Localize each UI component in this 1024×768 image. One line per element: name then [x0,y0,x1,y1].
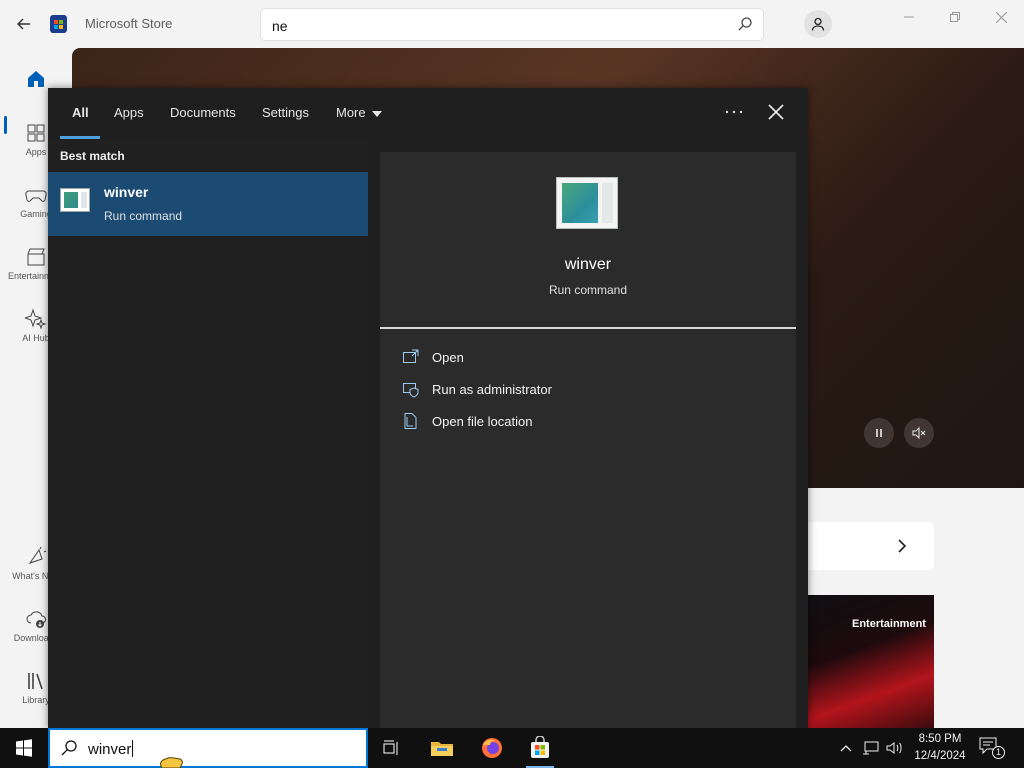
person-icon [811,17,825,31]
minimize-button[interactable] [894,8,924,26]
network-button[interactable] [860,728,882,768]
tab-all[interactable]: All [72,105,89,120]
clock[interactable]: 8:50 PM 12/4/2024 [908,731,972,765]
firefox-button[interactable] [472,728,512,768]
home-icon [28,71,44,87]
gaming-icon [25,190,47,202]
search-flyout: All Apps Documents Settings More Best ma… [48,88,808,728]
tab-settings[interactable]: Settings [262,105,309,120]
tab-apps[interactable]: Apps [114,105,144,120]
microsoft-store-icon [531,736,549,758]
show-hidden-icons-button[interactable] [836,728,856,768]
task-view-icon [383,740,398,755]
library-icon [28,673,43,690]
firefox-icon [482,738,502,758]
store-titlebar: Microsoft Store ne [0,0,1024,48]
store-search-value: ne [272,18,288,34]
notification-count-badge: 1 [992,746,1005,759]
tab-more-label: More [336,105,366,120]
windows-logo-icon [16,739,32,757]
action-label: Open [432,350,464,365]
back-arrow-icon [17,18,30,30]
store-search-input[interactable]: ne [260,8,764,41]
close-window-button[interactable] [986,8,1016,26]
hero-pause-button[interactable] [864,418,894,448]
pause-icon [876,429,882,437]
hand-cursor-icon [160,757,183,768]
more-options-button[interactable] [720,100,748,124]
action-label: Run as administrator [432,382,552,397]
result-type: Run command [104,209,183,223]
preview-type: Run command [548,283,628,297]
entertainment-tile-title: Entertainment [852,618,926,630]
chevron-up-icon [840,745,852,752]
winver-large-icon [556,177,618,229]
clock-time: 8:50 PM [918,733,962,745]
best-match-header: Best match [60,149,125,163]
best-match-result[interactable]: winver Run command [48,172,368,236]
file-location-icon [404,413,417,429]
taskbar-search-box[interactable]: winver [48,728,368,768]
restore-icon [950,12,960,22]
winver-app-icon [60,188,90,212]
close-icon [995,11,1007,23]
close-icon [768,104,784,120]
action-label: Open file location [432,414,533,429]
nav-home[interactable] [0,68,72,90]
app-title: Microsoft Store [85,16,173,31]
downloads-icon [26,611,46,628]
file-explorer-icon [431,742,453,756]
hero-mute-button[interactable] [904,418,934,448]
search-icon [61,740,77,756]
task-view-button[interactable] [372,728,412,768]
open-icon [403,349,419,363]
action-open[interactable]: Open [402,346,782,370]
search-tabbar: All Apps Documents Settings More [48,88,808,140]
result-name: winver [104,184,149,200]
chevron-down-icon [371,110,382,117]
tab-documents[interactable]: Documents [170,105,236,120]
results-column: Best match winver Run command [48,140,368,728]
microsoft-store-taskbar-button[interactable] [520,728,560,768]
account-button[interactable] [804,10,832,38]
close-search-button[interactable] [764,100,788,124]
microsoft-store-logo-icon [50,15,67,33]
shield-admin-icon [403,383,419,398]
action-open-file-location[interactable]: Open file location [402,410,782,434]
active-tab-indicator [60,136,100,139]
preview-pane: winver Run command Open Run as administr… [380,152,796,728]
restore-button[interactable] [940,8,970,26]
text-caret [132,740,134,757]
minimize-icon [904,16,914,18]
mute-icon [912,427,926,439]
network-icon [863,741,879,755]
ellipsis-icon [725,110,743,114]
tab-more[interactable]: More [336,105,382,120]
action-run-as-admin[interactable]: Run as administrator [402,378,782,402]
ai-hub-icon [25,308,47,330]
start-button[interactable] [0,728,48,768]
volume-icon [886,742,902,754]
taskbar: winver 8:50 PM 12/4/2024 1 [0,728,1024,768]
preview-divider [380,327,796,329]
file-explorer-button[interactable] [422,728,462,768]
clock-date: 12/4/2024 [914,750,966,762]
taskbar-search-value: winver [88,741,132,758]
entertainment-icon [27,248,45,266]
back-button[interactable] [12,12,36,36]
apps-icon [27,124,45,142]
whats-new-icon [28,546,47,564]
chevron-right-icon[interactable] [888,534,916,558]
taskbar-search-text: winver [88,740,134,758]
volume-button[interactable] [884,728,906,768]
search-icon[interactable] [737,16,753,32]
preview-name: winver [564,256,612,273]
entertainment-tile[interactable] [808,595,934,728]
